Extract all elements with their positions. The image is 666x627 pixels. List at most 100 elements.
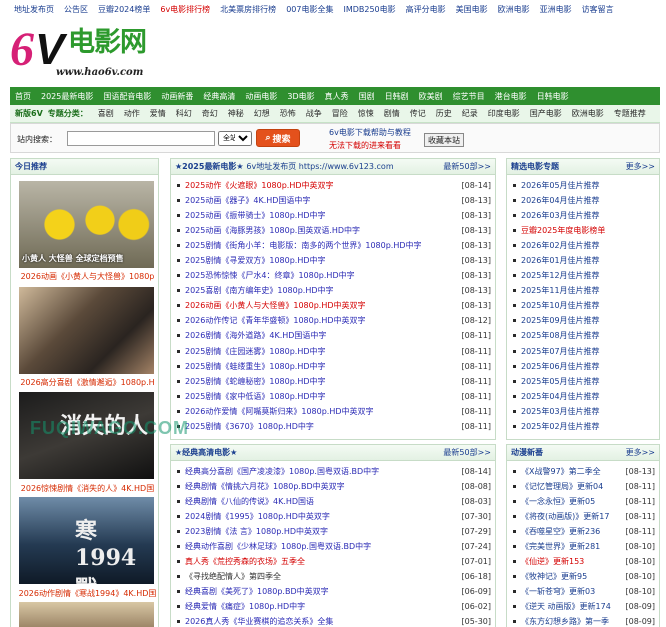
list-item[interactable]: 2025剧情《蛙缕重生》1080p.HD中字 [08-11] [171,359,495,374]
list-item-title[interactable]: 2026年03月佳片推荐 [521,211,600,220]
list-item-title[interactable]: 《吞噬星空》更新236 [521,527,600,536]
list-item[interactable]: 《东方幻想乡路》第一季 [08-09] [507,614,659,627]
main-nav-item[interactable]: 动画电影 [240,91,282,102]
list-item-title[interactable]: 经典剧情《八仙的传说》4K.HD国语 [185,497,314,506]
list-item[interactable]: 2023剧情《法 言》1080p.HD中英双字 [07-29] [171,524,495,539]
poster-image[interactable] [19,287,154,374]
list-item-title[interactable]: 豆瓣2025年度电影榜单 [521,226,605,235]
list-item[interactable]: 2025剧情《家中低语》1080p.HD中字 [08-11] [171,389,495,404]
category-nav-item[interactable]: 惊悚 [353,108,379,119]
list-item[interactable]: 2026动画《小黄人与大怪兽》1080p.HD中英双字 [08-13] [171,298,495,313]
top-nav-link[interactable]: 亚洲电影 [540,4,572,15]
list-item[interactable]: 2024剧情《1995》1080p.HD中英双字 [07-30] [171,509,495,524]
list-item[interactable]: 2025喜剧《南方编年史》1080p.HD中字 [08-13] [171,283,495,298]
search-button[interactable]: ⌕ 搜索 [256,129,300,147]
list-item[interactable]: 2026年05月佳片推荐 [507,178,659,193]
list-item[interactable]: 经典爱情《痛症》1080p.HD中字 [06-02] [171,599,495,614]
list-item-title[interactable]: 2025年07月佳片推荐 [521,347,600,356]
list-item-title[interactable]: 《记忆管理局》更新04 [521,482,603,491]
top-nav-link[interactable]: 访客留言 [582,4,614,15]
list-item[interactable]: 经典剧情《情挑六月花》1080p.BD中英双字 [08-08] [171,479,495,494]
top-nav-link[interactable]: IMDB250电影 [343,4,395,15]
list-item[interactable]: 《吞噬星空》更新236 [08-11] [507,524,659,539]
list-item[interactable]: 2025剧情《3670》1080p.HD中字 [08-11] [171,419,495,434]
list-item-title[interactable]: 2024剧情《1995》1080p.HD中英双字 [185,512,330,521]
list-item[interactable]: 2025年02月佳片推荐 [507,419,659,434]
list-item[interactable]: 2026年02月佳片推荐 [507,238,659,253]
list-item-title[interactable]: 2025年02月佳片推荐 [521,422,600,431]
list-item-title[interactable]: 2025年03月佳片推荐 [521,407,600,416]
list-item[interactable]: 2025年08月佳片推荐 [507,328,659,343]
category-nav-item[interactable]: 幻想 [249,108,275,119]
list-item-title[interactable]: 2026年05月佳片推荐 [521,181,600,190]
list-item[interactable]: 《一斩苍穹》更新03 [08-10] [507,584,659,599]
list-item-title[interactable]: 《X战警97》第二季全 [521,467,601,476]
list-item[interactable]: 《仙逆》更新153 [08-10] [507,554,659,569]
list-item[interactable]: 2025恐怖惊悚《尸水4：终章》1080p.HD中字 [08-13] [171,268,495,283]
poster-caption[interactable]: 2026动作剧情《寒战1994》4K.HD国 [15,588,160,599]
bookmark-button[interactable]: 收藏本站 [424,133,464,147]
main-nav-item[interactable]: 国语配音电影 [98,91,156,102]
list-item-title[interactable]: 2026年01月佳片推荐 [521,256,600,265]
list-item-title[interactable]: 2026动作爱情《阿嘴莫斯归来》1080p.HD中英双字 [185,407,374,416]
list-item-title[interactable]: 2025动画《器子》4K.HD国语中字 [185,196,310,205]
list-item-title[interactable]: 2025年10月佳片推荐 [521,301,600,310]
list-item-title[interactable]: 2025动画《振带骑士》1080p.HD中字 [185,211,326,220]
list-item-title[interactable]: 2025剧情《3670》1080p.HD中字 [185,422,314,431]
list-item-title[interactable]: 2025剧情《家中低语》1080p.HD中字 [185,392,326,401]
list-item-title[interactable]: 2025剧情《庄园迷雾》1080p.HD中字 [185,347,326,356]
top-nav-link[interactable]: 007电影全集 [286,4,333,15]
category-nav-item[interactable]: 爱情 [145,108,171,119]
category-nav-item[interactable]: 冒险 [327,108,353,119]
list-item[interactable]: 2025年12月佳片推荐 [507,268,659,283]
list-item[interactable]: 经典高分喜剧《国产凌凌漆》1080p.国粤双语.BD中字 [08-14] [171,464,495,479]
main-nav-item[interactable]: 3D电影 [282,91,319,102]
list-item-title[interactable]: 《一斩苍穹》更新03 [521,587,595,596]
list-item[interactable]: 2025年10月佳片推荐 [507,298,659,313]
category-nav-item[interactable]: 恐怖 [275,108,301,119]
list-item-title[interactable]: 经典动作喜剧《少林足球》1080p.国粤双语.BD中字 [185,542,371,551]
category-nav-item[interactable]: 历史 [431,108,457,119]
top-nav-link[interactable]: 地址发布页 [14,4,54,15]
category-nav-label[interactable]: 新版6V [10,108,48,119]
category-nav-item[interactable]: 奇幻 [197,108,223,119]
list-item[interactable]: 2026真人秀《华业赛棋的追恋关系》全集 [05-30] [171,614,495,627]
list-item[interactable]: 2025年06月佳片推荐 [507,359,659,374]
list-item[interactable]: 2025年04月佳片推荐 [507,389,659,404]
main-nav-item[interactable]: 综艺节目 [448,91,490,102]
top-nav-link[interactable]: 北美票房排行榜 [220,4,276,15]
top-nav-link[interactable]: 豆瓣2024榜单 [98,4,150,15]
list-item[interactable]: 2026年03月佳片推荐 [507,208,659,223]
list-item-title[interactable]: 《寻找绝配情人》第四季全 [185,572,281,581]
main-nav-item[interactable]: 首页 [10,91,36,102]
list-item[interactable]: 《将夜(动画版)》更新17 [08-11] [507,509,659,524]
list-item[interactable]: 2025年03月佳片推荐 [507,404,659,419]
category-nav-item[interactable]: 喜剧 [93,108,119,119]
list-item-title[interactable]: 2026年04月佳片推荐 [521,196,600,205]
list-item-title[interactable]: 2026真人秀《华业赛棋的追恋关系》全集 [185,617,333,626]
top-nav-link[interactable]: 高评分电影 [406,4,446,15]
help-link-trouble[interactable]: 无法下载的进来看看 [329,140,401,151]
main-nav-item[interactable]: 2025最新电影 [36,91,98,102]
list-item[interactable]: 豆瓣2025年度电影榜单 [507,223,659,238]
list-item[interactable]: 《寻找绝配情人》第四季全 [06-18] [171,569,495,584]
main-nav-item[interactable]: 动画新番 [156,91,198,102]
search-scope-select[interactable]: 全站 [218,131,252,146]
list-item[interactable]: 《X战警97》第二季全 [08-13] [507,464,659,479]
category-nav-item[interactable]: 神秘 [223,108,249,119]
list-item[interactable]: 2026年01月佳片推荐 [507,253,659,268]
poster-image[interactable]: 寒 1994 戰 [19,497,154,584]
main-nav-item[interactable]: 日韩剧 [380,91,414,102]
category-nav-item[interactable]: 国产电影 [525,108,567,119]
top-nav-link[interactable]: 美国电影 [456,4,488,15]
category-nav-item[interactable]: 传记 [405,108,431,119]
list-item[interactable]: 2026动作爱情《阿嘴莫斯归来》1080p.HD中英双字 [08-11] [171,404,495,419]
list-item-title[interactable]: 经典剧情《情挑六月花》1080p.BD中英双字 [185,482,345,491]
list-item[interactable]: 2025剧情《寻爱双方》1080p.HD中字 [08-13] [171,253,495,268]
list-item-title[interactable]: 2025剧情《街角小羊：电影版：南多的两个世界》1080p.HD中字 [185,241,422,250]
main-nav-item[interactable]: 欧美剧 [414,91,448,102]
list-item-title[interactable]: 2023剧情《法 言》1080p.HD中英双字 [185,527,328,536]
category-nav-item[interactable]: 印度电影 [483,108,525,119]
more-link[interactable]: 最新50部>> [443,447,491,458]
list-item-title[interactable]: 2025年05月佳片推荐 [521,377,600,386]
